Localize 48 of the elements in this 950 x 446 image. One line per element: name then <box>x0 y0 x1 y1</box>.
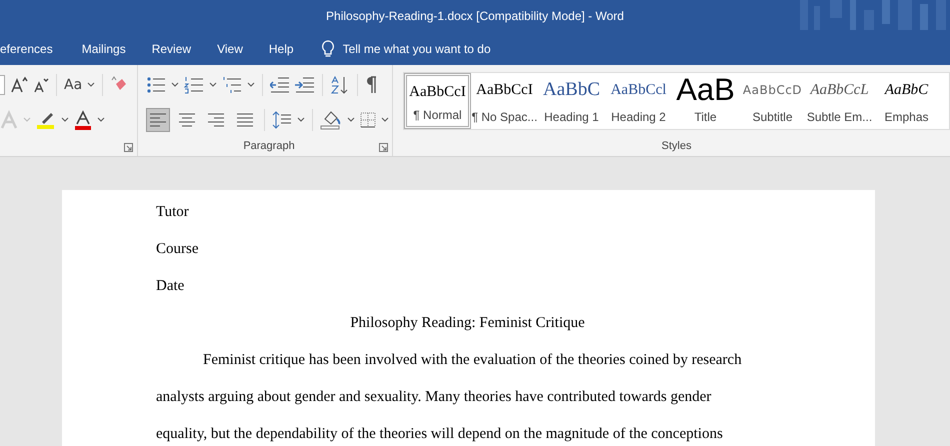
chevron-down-icon[interactable] <box>61 117 69 124</box>
align-button[interactable] <box>146 108 170 132</box>
document-text: Tutor <box>156 203 190 222</box>
ribbon-tab[interactable]: eferences <box>0 32 69 65</box>
shrink-font-icon[interactable] <box>33 76 49 94</box>
chevron-down-icon[interactable] <box>171 82 179 88</box>
ribbon-tab[interactable]: Review <box>138 32 204 65</box>
numbered-list-icon[interactable] <box>184 76 204 94</box>
change-case-button[interactable]: Aa <box>64 76 82 93</box>
window-title: Philosophy-Reading-1.docx [Compatibility Mode] - Word <box>326 9 624 23</box>
ribbon-tab[interactable]: View <box>204 32 256 65</box>
document-text: Course <box>156 240 200 259</box>
chevron-down-icon[interactable] <box>209 82 217 88</box>
align-icon <box>208 113 224 128</box>
bullet-list-icon[interactable] <box>146 76 166 94</box>
sort-icon[interactable] <box>330 76 350 94</box>
grow-font-icon[interactable] <box>10 76 28 94</box>
paint-bucket-icon[interactable] <box>320 110 342 130</box>
chevron-down-icon[interactable] <box>97 117 105 124</box>
group-label: Styles <box>662 140 692 152</box>
group-label: Paragraph <box>243 140 295 152</box>
chevron-down-icon[interactable] <box>87 82 96 88</box>
line-spacing-icon[interactable] <box>272 111 292 130</box>
borders-icon[interactable] <box>360 112 376 128</box>
chevron-down-icon[interactable] <box>247 82 255 88</box>
multilevel-list-icon[interactable] <box>222 76 242 94</box>
dialog-launcher-icon[interactable] <box>124 143 133 152</box>
style-item[interactable]: AaBbCcI ¶ Normal <box>404 73 471 129</box>
font-size-field[interactable] <box>0 74 5 95</box>
align-icon <box>150 113 166 128</box>
decrease-indent-icon[interactable] <box>270 76 290 93</box>
document-title: Philosophy Reading: Feminist Critique <box>349 314 586 333</box>
document-text: Date <box>156 277 186 296</box>
lightbulb-icon <box>320 40 335 58</box>
highlighter-icon[interactable] <box>36 110 56 130</box>
tell-me-field[interactable]: Tell me what you want to do <box>340 40 545 56</box>
increase-indent-icon[interactable] <box>295 76 315 93</box>
font-color-icon[interactable] <box>74 110 92 130</box>
chevron-down-icon[interactable] <box>297 117 305 124</box>
chevron-down-icon[interactable] <box>347 117 355 124</box>
align-icon <box>179 113 195 128</box>
ribbon-tab[interactable]: Mailings <box>68 32 139 65</box>
pilcrow-icon[interactable] <box>365 76 377 94</box>
align-icon <box>237 113 253 128</box>
chevron-down-icon[interactable] <box>381 117 389 124</box>
ribbon-tab[interactable]: Help <box>256 32 307 65</box>
document-paragraph: Feminist critique has been involved with the evaluation of the theories coined by research analysts arguing about gender and sexuality. Many theories have contributed towards gender equality, but the dependability of the theories will depend on the magnitude of the conceptions <box>156 351 743 444</box>
dialog-launcher-icon[interactable] <box>379 143 388 152</box>
